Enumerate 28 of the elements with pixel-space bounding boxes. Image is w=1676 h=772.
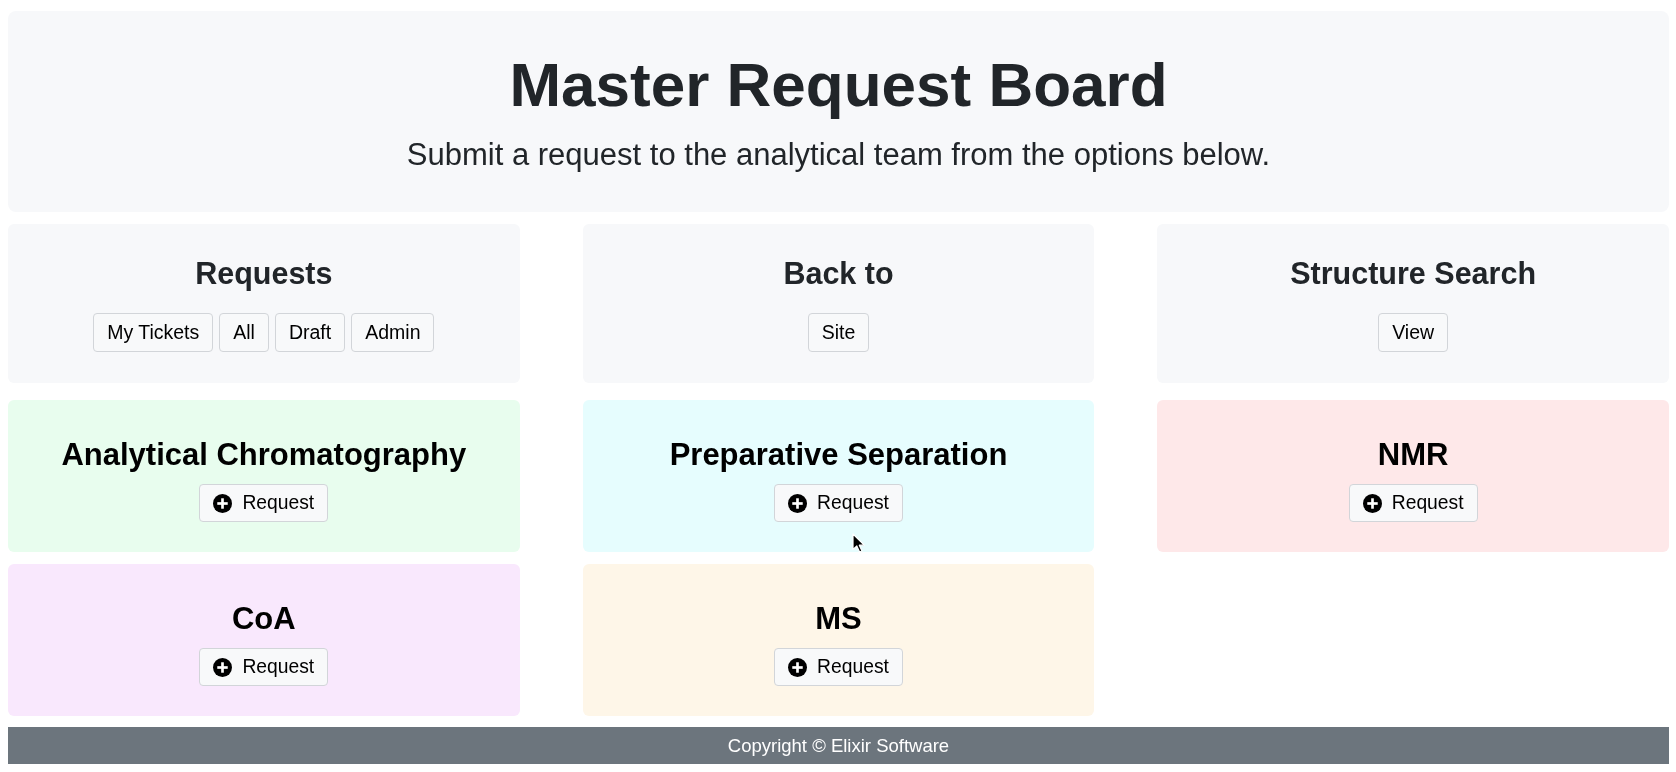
nav-button[interactable]: Draft <box>274 313 346 352</box>
nav-button[interactable]: Site <box>807 313 870 352</box>
card-heading: MS <box>815 601 862 637</box>
plus-circle-icon <box>213 657 233 677</box>
page-subtitle: Submit a request to the analytical team from the options below. <box>406 136 1271 174</box>
card-heading: Preparative Separation <box>669 437 1008 473</box>
page-title: Master Request Board <box>509 49 1168 121</box>
request-button[interactable]: Request <box>199 648 329 686</box>
request-button[interactable]: Request <box>1348 484 1478 522</box>
nav-button[interactable]: All <box>219 313 269 352</box>
panel-heading: Back to <box>783 255 894 291</box>
nav-button[interactable]: View <box>1378 313 1449 352</box>
request-button[interactable]: Request <box>774 484 903 522</box>
request-button[interactable]: Request <box>774 648 903 686</box>
nav-button[interactable]: My Tickets <box>93 313 214 352</box>
plus-circle-icon <box>788 493 808 513</box>
card-heading: NMR <box>1377 437 1449 473</box>
nav-button[interactable]: Admin <box>351 313 435 352</box>
plus-circle-icon <box>213 493 233 513</box>
plus-circle-icon <box>788 657 808 677</box>
panel-heading: Requests <box>195 255 333 291</box>
panel-heading: Structure Search <box>1290 255 1537 291</box>
request-button[interactable]: Request <box>199 484 329 522</box>
mouse-pointer-icon <box>852 533 865 553</box>
copyright-text: Copyright © Elixir Software <box>727 734 950 757</box>
card-heading: CoA <box>231 601 296 637</box>
card-heading: Analytical Chromatography <box>61 437 467 473</box>
plus-circle-icon <box>1362 493 1382 513</box>
